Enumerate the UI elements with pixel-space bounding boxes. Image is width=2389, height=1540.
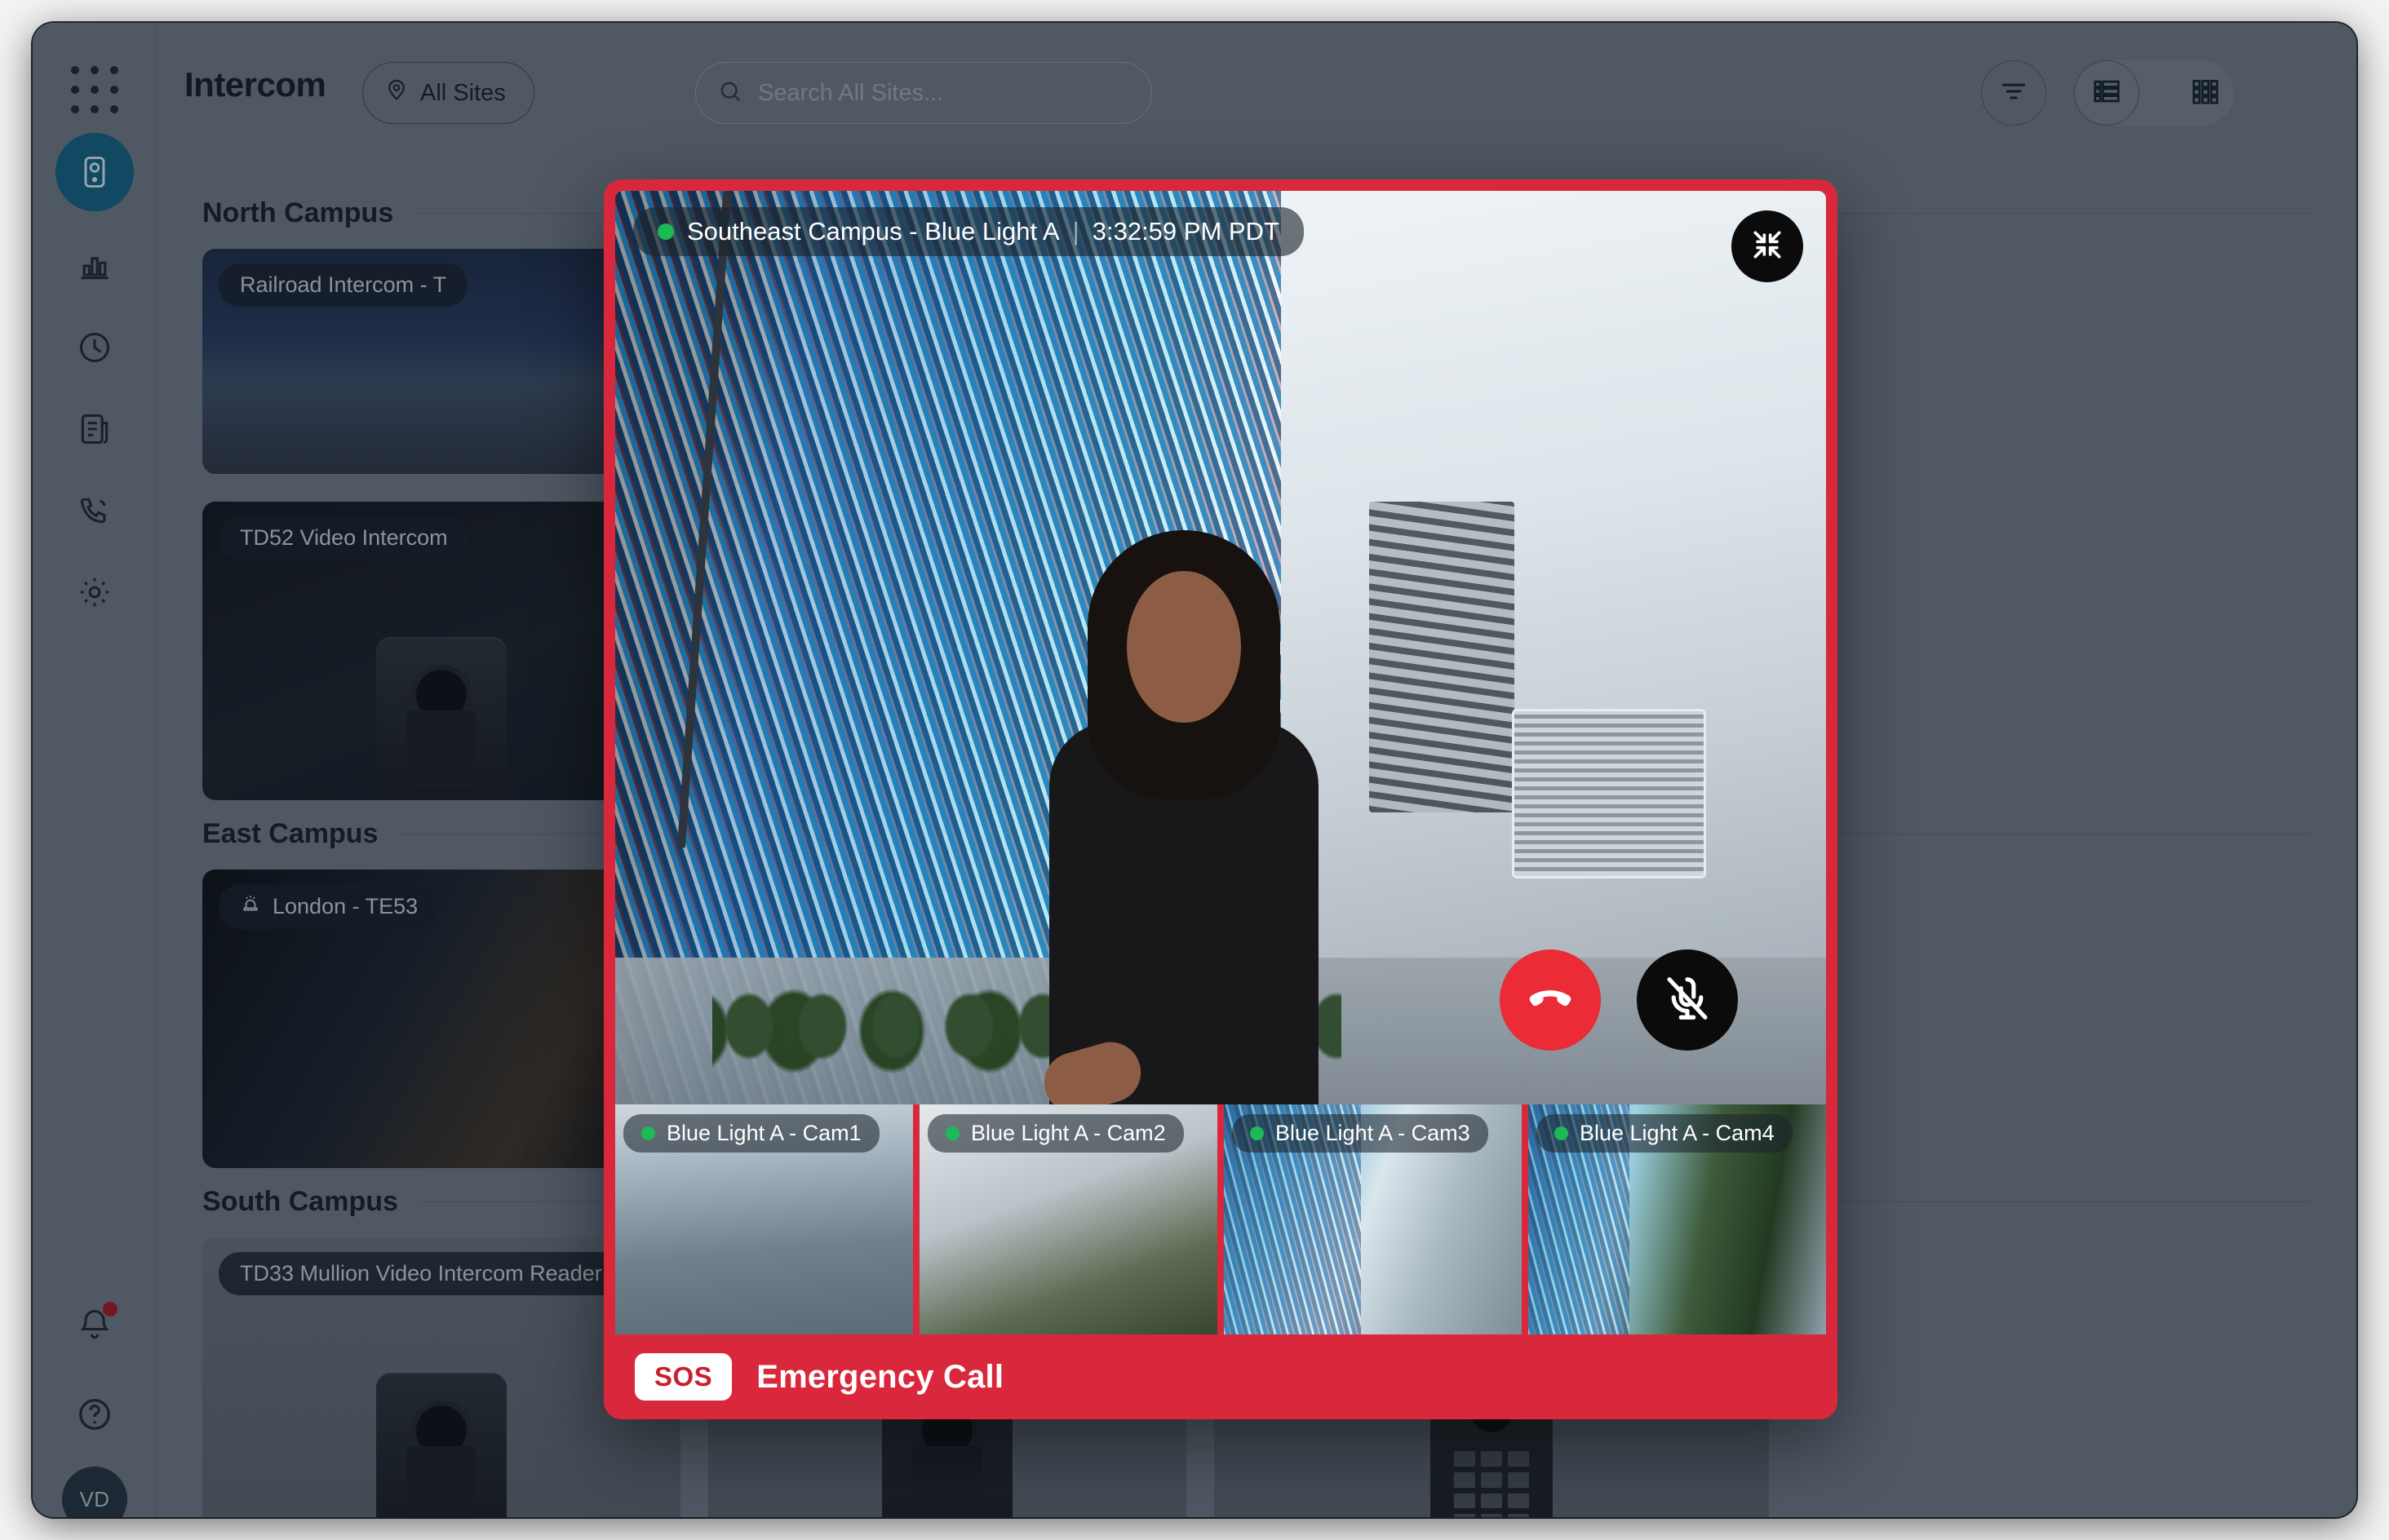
thumbnail-label: Blue Light A - Cam1 [623,1114,880,1153]
camera-thumbnail[interactable]: Blue Light A - Cam2 [920,1104,1217,1336]
online-status-dot [658,223,674,240]
mute-microphone-button[interactable] [1637,949,1738,1051]
thumbnail-label-text: Blue Light A - Cam3 [1275,1121,1470,1145]
camera-thumbnail[interactable]: Blue Light A - Cam4 [1528,1104,1826,1336]
stream-location: Southeast Campus - Blue Light A [687,217,1060,246]
main-video-stream[interactable]: Southeast Campus - Blue Light A | 3:32:5… [615,191,1826,1104]
camera-thumbnail-strip: Blue Light A - Cam1 Blue Light A - Cam2 … [615,1104,1826,1336]
stream-label: Southeast Campus - Blue Light A | 3:32:5… [633,207,1304,256]
label-separator: | [1072,217,1079,246]
online-status-dot [946,1126,960,1140]
online-status-dot [1250,1126,1264,1140]
call-controls [1500,949,1738,1051]
collapse-arrows-icon [1749,227,1785,267]
camera-thumbnail[interactable]: Blue Light A - Cam1 [615,1104,913,1336]
emergency-call-label: Emergency Call [756,1358,1004,1395]
online-status-dot [641,1126,655,1140]
caller-figure [1008,501,1359,1104]
emergency-call-modal: Southeast Campus - Blue Light A | 3:32:5… [604,179,1837,1419]
thumbnail-label-text: Blue Light A - Cam1 [667,1121,862,1145]
thumbnail-label: Blue Light A - Cam4 [1536,1114,1793,1153]
thumbnail-label-text: Blue Light A - Cam2 [971,1121,1166,1145]
app-window: VD Intercom All Sites Search All Sites..… [33,23,2356,1517]
thumbnail-label-text: Blue Light A - Cam4 [1580,1121,1775,1145]
sos-badge: SOS [635,1353,733,1401]
microphone-muted-icon [1662,973,1713,1028]
thumbnail-label: Blue Light A - Cam2 [928,1114,1184,1153]
thumbnail-label: Blue Light A - Cam3 [1232,1114,1488,1153]
phone-hangup-icon [1525,973,1576,1028]
emergency-call-banner: SOS Emergency Call [604,1334,1837,1419]
online-status-dot [1554,1126,1568,1140]
minimize-button[interactable] [1731,210,1803,282]
stream-timestamp: 3:32:59 PM PDT [1092,217,1279,246]
end-call-button[interactable] [1500,949,1601,1051]
camera-thumbnail[interactable]: Blue Light A - Cam3 [1224,1104,1522,1336]
